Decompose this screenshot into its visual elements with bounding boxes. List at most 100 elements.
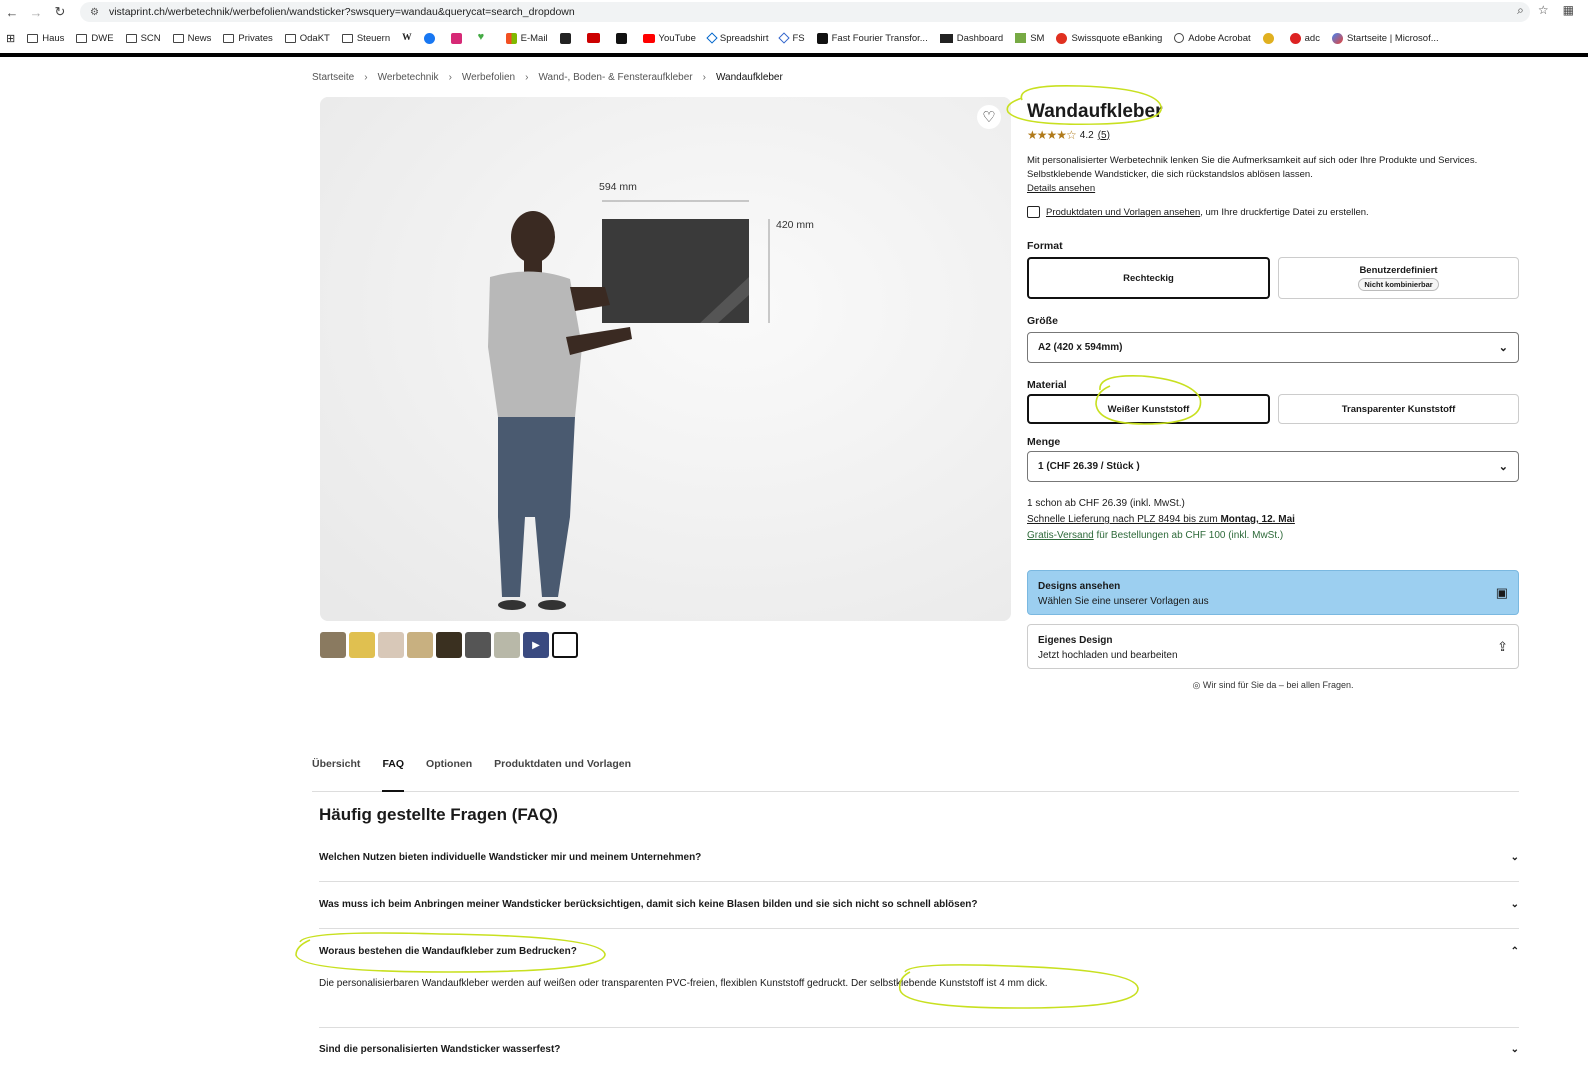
product-tabs: Übersicht FAQ Optionen Produktdaten und … (312, 756, 1519, 792)
bookmark-scn[interactable]: SCN (125, 33, 161, 44)
breadcrumb-startseite[interactable]: Startseite (312, 72, 354, 83)
bookmark-steuern[interactable]: Steuern (341, 33, 390, 44)
breadcrumb-aufkleber[interactable]: Wand-, Boden- & Fensteraufkleber (538, 72, 692, 83)
chevron-down-icon: ⌄ (1510, 852, 1519, 863)
tab-ubersicht[interactable]: Übersicht (312, 756, 360, 792)
bookmark-ext[interactable] (1262, 32, 1278, 44)
material-transparent-option[interactable]: Transparenter Kunststoff (1278, 394, 1519, 424)
product-description: Mit personalisierter Werbetechnik lenken… (1027, 155, 1478, 180)
shipping-info: Gratis-Versand für Bestellungen ab CHF 1… (1027, 528, 1519, 544)
bookmark-w[interactable] (559, 32, 575, 44)
bookmark-fs[interactable]: FS (778, 32, 805, 44)
thumbnail[interactable] (407, 632, 433, 658)
bookmark-email[interactable]: E-Mail (505, 32, 548, 44)
shipping-link[interactable]: Gratis-Versand (1027, 530, 1094, 541)
qr-icon[interactable]: ▦ (1563, 3, 1574, 18)
reload-icon[interactable]: ↻ (48, 4, 72, 20)
thumbnail-selected[interactable] (552, 632, 578, 658)
format-rechteckig-option[interactable]: Rechteckig (1027, 257, 1270, 299)
chevron-right-icon: › (364, 72, 368, 83)
template-icon (1027, 206, 1040, 218)
thumbnail[interactable] (378, 632, 404, 658)
product-options-panel: Wandaufkleber ★★★★☆ 4.2 (5) Mit personal… (1027, 97, 1519, 691)
bookmark-star-icon[interactable]: ☆ (1538, 3, 1549, 18)
browse-designs-button[interactable]: Designs ansehen Wählen Sie eine unserer … (1027, 570, 1519, 615)
folder-icon (223, 33, 235, 43)
bookmark-sm[interactable]: SM (1015, 33, 1044, 44)
price-info: 1 schon ab CHF 26.39 (inkl. MwSt.) Schne… (1027, 496, 1519, 544)
material-label: Material (1027, 379, 1067, 391)
diamond-icon (706, 32, 718, 44)
bookmark-haus[interactable]: Haus (27, 33, 64, 44)
tab-optionen[interactable]: Optionen (426, 756, 472, 792)
bookmark-adc[interactable]: adc (1289, 32, 1320, 44)
heart-icon: ♥ (477, 30, 485, 43)
bookmark-swissquote[interactable]: Swissquote eBanking (1056, 32, 1162, 44)
tab-produktdaten[interactable]: Produktdaten und Vorlagen (494, 756, 631, 792)
templates-row: Produktdaten und Vorlagen ansehen, um Ih… (1027, 206, 1519, 218)
back-icon[interactable]: ← (0, 5, 24, 20)
thumbnail[interactable] (320, 632, 346, 658)
format-options: Rechteckig Benutzerdefiniert Nicht kombi… (1027, 257, 1519, 299)
breadcrumb-werbetechnik[interactable]: Werbetechnik (378, 72, 439, 83)
breadcrumb: Startseite › Werbetechnik › Werbefolien › W… (312, 72, 783, 83)
bookmark-odakt[interactable]: OdaKT (284, 33, 330, 44)
templates-link[interactable]: Produktdaten und Vorlagen ansehen (1046, 207, 1200, 218)
thumbnail[interactable] (465, 632, 491, 658)
not-combinable-badge: Nicht kombinierbar (1358, 278, 1439, 291)
shield-icon (1262, 32, 1274, 44)
folder-icon (172, 33, 184, 43)
material-option-label: Transparenter Kunststoff (1341, 403, 1456, 415)
breadcrumb-current: Wandaufkleber (715, 72, 783, 83)
delivery-text: Schnelle Lieferung nach PLZ 8494 bis zum (1027, 514, 1221, 525)
size-select[interactable]: A2 (420 x 594mm) ⌄ (1027, 332, 1519, 363)
bookmark-instagram[interactable] (450, 32, 466, 44)
delivery-link[interactable]: Schnelle Lieferung nach PLZ 8494 bis zum… (1027, 512, 1519, 528)
apps-icon[interactable]: ⊞ (6, 32, 15, 45)
faq-question-4[interactable]: Sind die personalisierten Wandsticker wa… (319, 1044, 1519, 1055)
tab-faq[interactable]: FAQ (382, 756, 405, 792)
bookmark-privates[interactable]: Privates (223, 33, 273, 44)
bookmark-dashboard[interactable]: Dashboard (939, 33, 1003, 44)
site-info-icon[interactable]: ⚙ (90, 7, 99, 18)
facebook-icon (423, 32, 435, 44)
address-bar[interactable]: ⚙ vistaprint.ch/werbetechnik/werbefolien… (80, 2, 1530, 22)
bookmark-facebook[interactable] (423, 32, 439, 44)
forward-icon[interactable]: → (24, 5, 48, 20)
bookmark-acrobat[interactable]: Adobe Acrobat (1174, 33, 1251, 44)
upload-design-button[interactable]: Eigenes Design Jetzt hochladen und bearb… (1027, 624, 1519, 669)
bookmark-spreadshirt[interactable]: Spreadshirt (706, 32, 768, 44)
material-white-option[interactable]: Weißer Kunststoff (1027, 394, 1270, 424)
quantity-select[interactable]: 1 (CHF 26.39 / Stück ) ⌄ (1027, 451, 1519, 482)
breadcrumb-werbefolien[interactable]: Werbefolien (462, 72, 515, 83)
folder-icon (341, 33, 353, 43)
thumbnail[interactable] (436, 632, 462, 658)
bookmark-fft[interactable]: Fast Fourier Transfor... (816, 32, 928, 44)
bookmark-youtube[interactable]: YouTube (642, 33, 696, 44)
adc-icon (1289, 32, 1301, 44)
bookmark-nzz[interactable] (615, 32, 631, 44)
thumbnail[interactable] (349, 632, 375, 658)
favorite-heart-icon[interactable]: ♡ (977, 105, 1001, 129)
zoom-icon[interactable]: ⌕ (1517, 3, 1524, 18)
globe-icon (1174, 33, 1185, 43)
own-design-subtitle: Jetzt hochladen und bearbeiten (1038, 650, 1178, 661)
thumbnail[interactable] (494, 632, 520, 658)
review-count-link[interactable]: (5) (1098, 130, 1110, 141)
bookmark-srf[interactable] (586, 33, 604, 43)
bookmark-wikipedia[interactable]: W (402, 33, 412, 43)
video-thumbnail[interactable]: ▶ (523, 632, 549, 658)
details-link[interactable]: Details ansehen (1027, 182, 1519, 196)
faq-question-2[interactable]: Was muss ich beim Anbringen meiner Wands… (319, 899, 1519, 910)
faq-question-1[interactable]: Welchen Nutzen bieten individuelle Wands… (319, 852, 1519, 863)
faq-question-3[interactable]: Woraus bestehen die Wandaufkleber zum Be… (319, 946, 1519, 957)
own-design-title: Eigenes Design (1038, 635, 1113, 646)
bookmark-microsoft[interactable]: Startseite | Microsof... (1331, 32, 1439, 44)
bookmark-heart[interactable]: ♥ (477, 30, 494, 44)
format-benutzerdefiniert-option[interactable]: Benutzerdefiniert Nicht kombinierbar (1278, 257, 1519, 299)
product-image[interactable]: 594 mm 420 mm ♡ (320, 97, 1011, 621)
divider (319, 881, 1519, 882)
bookmark-dwe[interactable]: DWE (76, 33, 114, 44)
product-title: Wandaufkleber (1027, 101, 1163, 122)
bookmark-news[interactable]: News (172, 33, 211, 44)
